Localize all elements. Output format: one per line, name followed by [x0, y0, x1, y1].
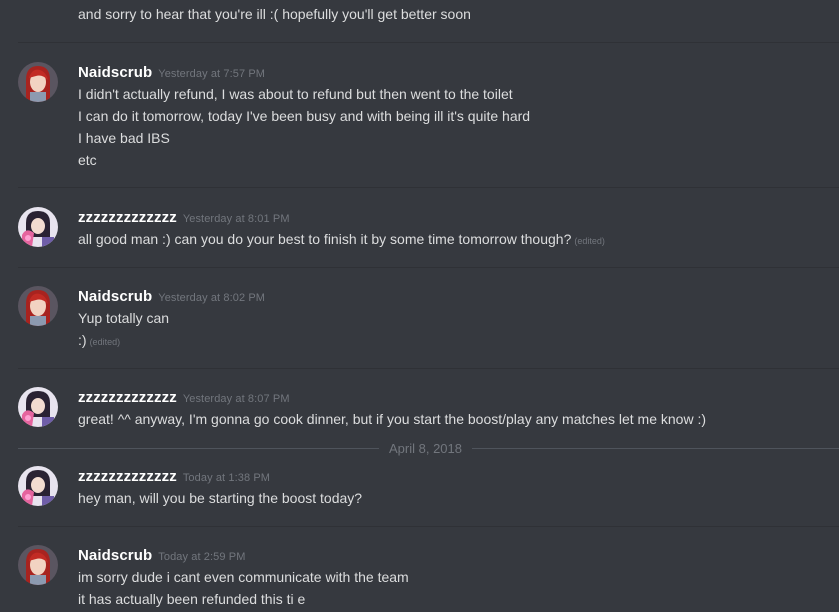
message-divider: [18, 526, 839, 527]
message-timestamp: Yesterday at 8:07 PM: [182, 393, 290, 405]
message-divider: [18, 187, 839, 188]
message-author[interactable]: Naidscrub Yesterday at 7:57 PM: [78, 64, 265, 81]
message-text: great! ^^ anyway, I'm gonna go cook dinn…: [78, 411, 706, 427]
message-text: im sorry dude i cant even communicate wi…: [78, 569, 409, 585]
author-name[interactable]: zzzzzzzzzzzzz: [78, 209, 177, 226]
message-timestamp: Yesterday at 8:01 PM: [182, 213, 290, 225]
author-name[interactable]: Naidscrub: [78, 288, 152, 305]
edited-marker: (edited): [89, 337, 121, 347]
message-author[interactable]: zzzzzzzzzzzzz Today at 1:38 PM: [78, 468, 270, 485]
edited-marker: (edited): [574, 236, 605, 246]
avatar-naidscrub[interactable]: [18, 62, 58, 102]
message-text: Yup totally can: [78, 310, 170, 326]
message-author[interactable]: Naidscrub Yesterday at 8:02 PM: [78, 288, 265, 305]
message-divider: [18, 42, 839, 43]
date-separator-label: April 8, 2018: [379, 441, 472, 456]
message-timestamp: Yesterday at 8:02 PM: [158, 292, 266, 304]
author-name[interactable]: zzzzzzzzzzzzz: [78, 468, 177, 485]
message-text: hey man, will you be starting the boost …: [78, 490, 363, 506]
avatar-naidscrub[interactable]: [18, 545, 58, 585]
author-name[interactable]: Naidscrub: [78, 547, 152, 564]
message-text: :) (edited): [78, 332, 120, 348]
message-author[interactable]: zzzzzzzzzzzzz Yesterday at 8:07 PM: [78, 389, 290, 406]
message-timestamp: Today at 2:59 PM: [158, 551, 246, 563]
message-text: it has actually been refunded this ti e: [78, 591, 306, 607]
message-text: I can do it tomorrow, today I've been bu…: [78, 108, 531, 124]
chat-message-list: and sorry to hear that you're ill :( hop…: [0, 0, 839, 612]
message-author[interactable]: zzzzzzzzzzzzz Yesterday at 8:01 PM: [78, 209, 290, 226]
avatar-zzz[interactable]: [18, 387, 58, 427]
message-text: and sorry to hear that you're ill :( hop…: [78, 6, 471, 22]
message-timestamp: Today at 1:38 PM: [182, 472, 271, 484]
message-text: I didn't actually refund, I was about to…: [78, 86, 513, 102]
message-text: all good man :) can you do your best to …: [78, 231, 605, 247]
message-text: I have bad IBS: [78, 130, 170, 146]
message-text-content: :): [78, 332, 87, 348]
author-name[interactable]: zzzzzzzzzzzzz: [78, 389, 177, 406]
message-timestamp: Yesterday at 7:57 PM: [158, 68, 266, 80]
avatar-naidscrub[interactable]: [18, 286, 58, 326]
author-name[interactable]: Naidscrub: [78, 64, 152, 81]
message-divider: [18, 267, 839, 268]
avatar-zzz[interactable]: [18, 207, 58, 247]
message-divider: [18, 368, 839, 369]
message-text: etc: [78, 152, 97, 168]
avatar-zzz[interactable]: [18, 466, 58, 506]
message-author[interactable]: Naidscrub Today at 2:59 PM: [78, 547, 245, 564]
message-text-content: all good man :) can you do your best to …: [78, 231, 572, 247]
